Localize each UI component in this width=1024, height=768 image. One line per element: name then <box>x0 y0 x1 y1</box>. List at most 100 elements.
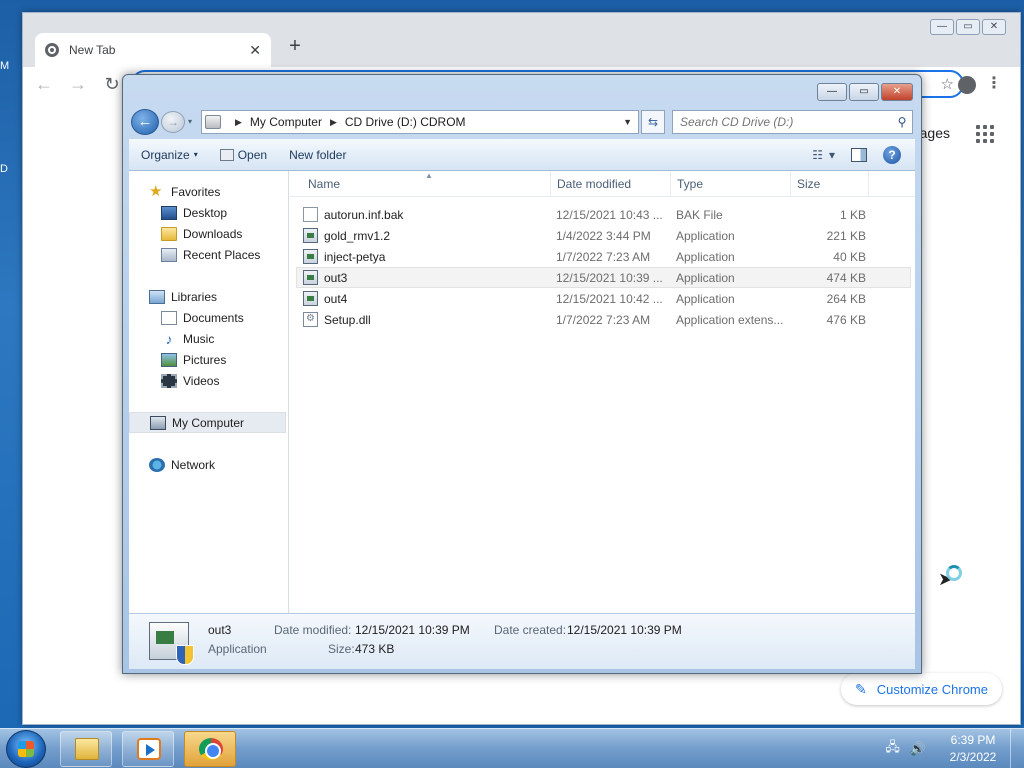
details-file-type: Application <box>208 642 267 656</box>
back-button[interactable]: ← <box>131 109 159 135</box>
organize-button[interactable]: Organize ▾ <box>141 148 198 162</box>
details-size-label: Size: <box>328 642 355 656</box>
star-icon: ★ <box>149 182 163 200</box>
column-header-size[interactable]: Size <box>791 170 869 197</box>
preview-pane-icon[interactable] <box>851 147 867 162</box>
file-row[interactable]: inject-petya 1/7/2022 7:23 AM Application 4… <box>296 246 911 267</box>
file-row[interactable]: gold_rmv1.2 1/4/2022 3:44 PM Application 22… <box>296 225 911 246</box>
sidebar-item-label: My Computer <box>172 415 245 430</box>
maximize-button[interactable]: ▭ <box>956 19 980 35</box>
file-row[interactable]: Setup.dll 1/7/2022 7:23 AM Application ext… <box>296 309 911 330</box>
taskbar-explorer-button[interactable] <box>60 731 112 767</box>
column-header-date-modified[interactable]: Date modified <box>551 170 671 197</box>
taskbar-chrome-button[interactable] <box>184 731 236 767</box>
change-view-button[interactable]: ☷ ▾ <box>812 148 835 162</box>
breadcrumb-separator-icon[interactable]: ▶ <box>235 117 242 128</box>
file-row[interactable]: autorun.inf.bak 12/15/2021 10:43 ... BAK F… <box>296 204 911 225</box>
sidebar-item-documents[interactable]: Documents <box>129 307 288 328</box>
address-bar[interactable]: ▶ My Computer ▶ CD Drive (D:) CDROM ▼ <box>201 110 639 134</box>
sidebar-item-libraries[interactable]: Libraries <box>129 286 288 307</box>
details-date-created-label: Date created: <box>494 623 567 637</box>
search-icon[interactable]: ⚲ <box>892 115 912 129</box>
close-button[interactable]: ✕ <box>881 83 913 101</box>
google-apps-icon[interactable] <box>976 125 994 143</box>
profile-avatar-icon[interactable] <box>958 76 976 94</box>
breadcrumb-cd-drive[interactable]: CD Drive (D:) CDROM <box>345 115 466 129</box>
customize-chrome-button[interactable]: ✎ Customize Chrome <box>841 673 1002 705</box>
sidebar-item-label: Favorites <box>171 184 221 199</box>
details-view-icon: ☷ <box>812 147 823 162</box>
file-size: 474 KB <box>826 270 866 285</box>
tab-close-icon[interactable]: ✕ <box>249 42 261 59</box>
help-icon[interactable]: ? <box>883 145 901 164</box>
breadcrumb-separator-icon[interactable]: ▶ <box>330 117 337 128</box>
images-link[interactable]: ages <box>920 125 950 141</box>
file-size: 476 KB <box>826 312 866 327</box>
forward-button[interactable]: → <box>161 111 185 133</box>
sidebar-item-network[interactable]: Network <box>129 454 288 475</box>
details-date-created-value: 12/15/2021 10:39 PM <box>567 623 682 637</box>
chrome-tab-new-tab[interactable]: New Tab ✕ <box>35 33 271 67</box>
clock[interactable]: 6:39 PM 2/3/2022 <box>936 732 1010 766</box>
volume-icon[interactable]: 🔊 <box>910 741 926 757</box>
recent-places-icon <box>161 247 177 262</box>
sidebar-item-videos[interactable]: Videos <box>129 370 288 391</box>
new-folder-button[interactable]: New folder <box>289 148 346 162</box>
refresh-button[interactable]: ⇆ <box>641 110 665 134</box>
downloads-folder-icon <box>161 226 177 241</box>
file-list: Name ▲ Date modified Type Size autorun.i… <box>290 170 915 613</box>
forward-arrow-icon[interactable]: → <box>67 74 89 95</box>
minimize-button[interactable]: — <box>930 19 954 35</box>
file-rows: autorun.inf.bak 12/15/2021 10:43 ... BAK F… <box>290 197 915 330</box>
organize-label: Organize <box>141 147 190 162</box>
file-name: autorun.inf.bak <box>297 207 552 222</box>
recent-pages-dropdown-icon[interactable]: ▾ <box>188 117 192 126</box>
details-date-modified-value: 12/15/2021 10:39 PM <box>355 623 470 637</box>
address-dropdown-icon[interactable]: ▼ <box>623 117 632 127</box>
taskbar-media-player-button[interactable] <box>122 731 174 767</box>
back-arrow-icon[interactable]: ← <box>33 74 55 95</box>
file-row[interactable]: out4 12/15/2021 10:42 ... Application 264 K… <box>296 288 911 309</box>
application-icon <box>303 270 318 285</box>
sidebar-item-favorites[interactable]: ★ Favorites <box>129 181 288 202</box>
file-type: Application <box>676 249 735 264</box>
close-button[interactable]: ✕ <box>982 19 1006 35</box>
sidebar-item-desktop[interactable]: Desktop <box>129 202 288 223</box>
sidebar-item-my-computer[interactable]: My Computer <box>129 412 286 433</box>
network-icon[interactable]: 🖧 <box>885 738 900 760</box>
sidebar-item-music[interactable]: ♪ Music <box>129 328 288 349</box>
tab-title: New Tab <box>69 43 116 57</box>
new-tab-button[interactable]: + <box>285 35 305 58</box>
column-header-name[interactable]: Name ▲ <box>290 170 551 197</box>
search-input[interactable] <box>680 115 892 129</box>
customize-chrome-label: Customize Chrome <box>876 681 988 697</box>
music-note-icon: ♪ <box>165 330 173 347</box>
start-button[interactable] <box>6 730 46 768</box>
search-box[interactable]: ⚲ <box>672 110 913 134</box>
application-icon <box>303 249 318 264</box>
sidebar-item-recent-places[interactable]: Recent Places <box>129 244 288 265</box>
chrome-menu-icon[interactable]: ⋮ <box>986 73 1002 93</box>
maximize-button[interactable]: ▭ <box>849 83 879 101</box>
open-icon <box>219 148 234 161</box>
breadcrumb-my-computer[interactable]: My Computer <box>250 115 322 129</box>
open-button[interactable]: Open <box>219 148 267 162</box>
file-size: 221 KB <box>826 228 866 243</box>
file-name: out3 <box>297 270 552 285</box>
sidebar-item-downloads[interactable]: Downloads <box>129 223 288 244</box>
file-date-modified: 12/15/2021 10:39 ... <box>556 270 663 285</box>
desktop-icon-label: D <box>0 163 8 175</box>
column-header-type[interactable]: Type <box>671 170 791 197</box>
application-icon <box>149 622 194 665</box>
sort-ascending-icon: ▲ <box>425 170 433 180</box>
explorer-navigation-bar: ← → ▾ ▶ My Computer ▶ CD Drive (D:) CDRO… <box>131 109 913 135</box>
minimize-button[interactable]: — <box>817 83 847 101</box>
file-row[interactable]: out3 12/15/2021 10:39 ... Application 474 K… <box>296 267 911 288</box>
show-desktop-button[interactable] <box>1010 729 1024 768</box>
details-file-name: out3 <box>208 623 232 637</box>
bookmark-star-icon[interactable]: ☆ <box>941 75 954 93</box>
busy-indicator-icon <box>946 565 962 581</box>
reload-icon[interactable]: ↻ <box>101 74 123 95</box>
file-size: 264 KB <box>826 291 866 306</box>
sidebar-item-pictures[interactable]: Pictures <box>129 349 288 370</box>
